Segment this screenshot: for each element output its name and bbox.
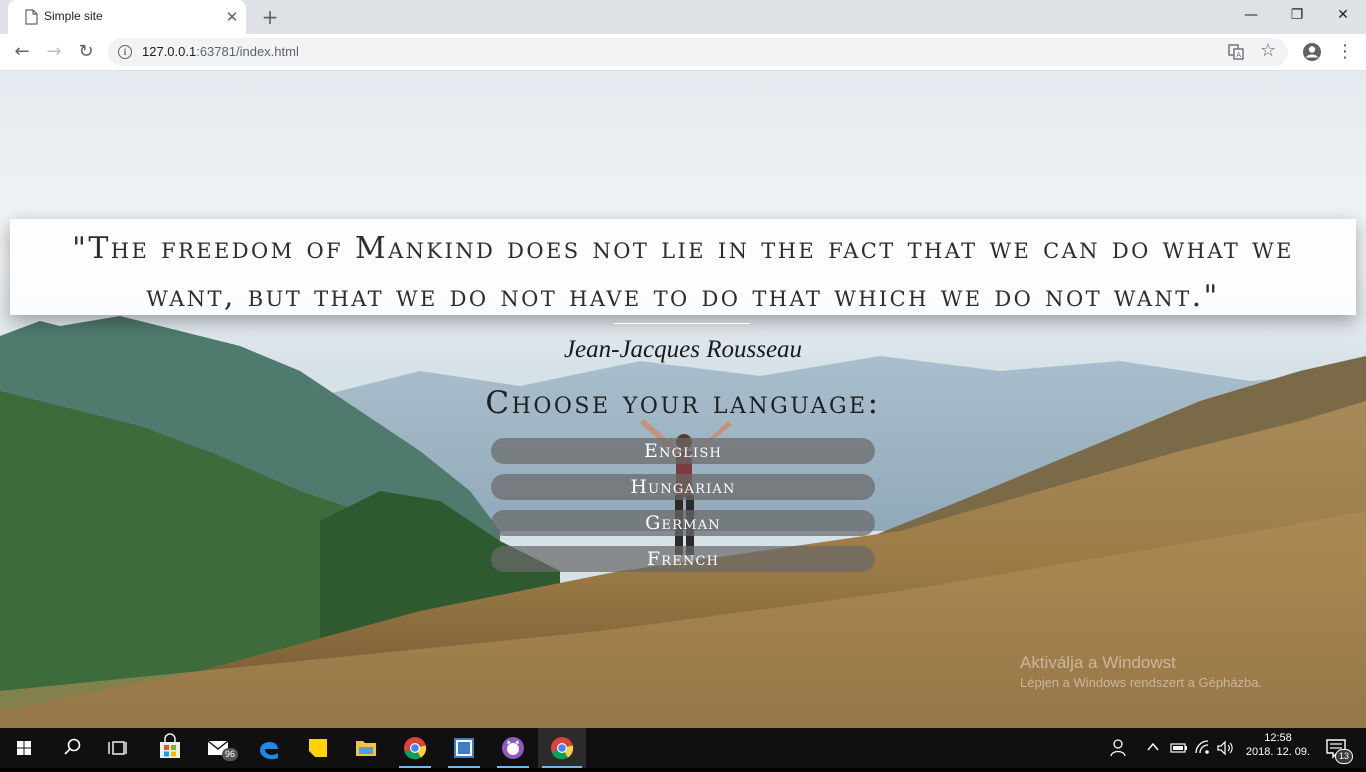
url-host: 127.0.0.1 [142,44,197,59]
quote-box: "The freedom of Mankind does not lie in … [10,219,1356,315]
quote-divider [614,323,750,324]
chrome-active-taskbar-button[interactable] [538,728,586,768]
svg-text:A: A [1236,51,1241,59]
page-icon [25,9,38,25]
language-button-english[interactable]: English [491,438,875,464]
github-cat-icon [502,737,524,759]
clock-time: 12:58 [1264,732,1292,744]
chrome-icon [404,737,427,760]
windows-taskbar: 96 12:58 2018. 12. 09. 13 [0,728,1366,768]
start-button[interactable] [0,728,48,768]
tab-close-icon[interactable]: ✕ [224,9,240,25]
quote-line-2: want, but that we do not have to do that… [146,279,1220,314]
sticky-notes-icon [309,739,327,757]
menu-kebab-icon[interactable]: ⋮ [1336,42,1354,62]
new-tab-button[interactable]: + [259,6,281,28]
chrome-icon [551,737,574,760]
choose-language-heading: Choose your language: [485,385,881,421]
watermark-title: Aktiválja a Windowst [1020,653,1176,672]
account-icon[interactable] [1302,42,1322,62]
tab-title: Simple site [44,9,103,23]
info-icon[interactable]: i [118,45,132,59]
maximize-button[interactable]: ❐ [1274,0,1320,30]
search-icon [64,738,81,755]
battery-icon[interactable] [1170,740,1188,756]
language-button-german[interactable]: German [491,510,875,536]
store-bag-icon [160,733,180,758]
task-view-button[interactable] [96,728,144,768]
chrome-taskbar-button[interactable] [391,728,439,768]
watermark-subtitle: Lépjen a Windows rendszert a Gépházba. [1020,675,1263,690]
app-taskbar-button[interactable] [440,728,488,768]
minimize-button[interactable]: — [1228,0,1274,30]
language-button-hungarian[interactable]: Hungarian [491,474,875,500]
store-app-button[interactable] [146,728,194,768]
bracket-app-icon [454,738,474,758]
edge-icon [260,741,278,760]
address-bar[interactable]: i 127.0.0.1:63781/index.html A ☆ [108,38,1288,66]
file-explorer-button[interactable] [342,728,390,768]
browser-tab-strip: Simple site ✕ + — ❐ ✕ [0,0,1366,34]
clock-date: 2018. 12. 09. [1245,746,1311,758]
mail-app-button[interactable]: 96 [194,728,242,768]
github-desktop-button[interactable] [489,728,537,768]
search-button[interactable] [48,728,96,768]
clock[interactable]: 12:58 2018. 12. 09. [1240,732,1316,758]
chevron-up-icon[interactable] [1146,740,1160,754]
browser-tab[interactable]: Simple site ✕ [8,0,246,34]
browser-toolbar: ← → ↻ i 127.0.0.1:63781/index.html A ☆ ⋮ [0,34,1366,71]
language-button-french[interactable]: French [491,546,875,572]
back-icon[interactable]: ← [10,40,34,64]
folder-icon [356,741,376,756]
volume-icon[interactable] [1216,739,1234,757]
quote-line-1: "The freedom of Mankind does not lie in … [72,231,1294,266]
quote-author: Jean-Jacques Rousseau [563,336,803,363]
task-view-icon [108,741,127,755]
windows-activation-watermark: Aktiválja a Windowst Lépjen a Windows re… [1020,653,1262,690]
windows-logo-icon [17,741,31,755]
forward-icon[interactable]: → [42,40,66,64]
edge-browser-button[interactable] [245,728,293,768]
people-icon[interactable] [1108,738,1130,758]
mail-badge: 96 [222,748,239,761]
sticky-notes-button[interactable] [294,728,342,768]
reload-icon[interactable]: ↻ [74,40,98,64]
action-center-button[interactable]: 13 [1318,728,1366,768]
close-window-button[interactable]: ✕ [1320,0,1366,30]
quote-text: "The freedom of Mankind does not lie in … [30,225,1336,321]
url-text[interactable]: 127.0.0.1:63781/index.html [142,44,299,59]
notification-count-badge: 13 [1335,749,1354,764]
url-path: :63781/index.html [196,44,299,59]
translate-icon[interactable]: A [1228,44,1244,60]
bookmark-star-icon[interactable]: ☆ [1260,41,1276,61]
page-content: "The freedom of Mankind does not lie in … [0,71,1366,728]
wifi-icon[interactable] [1194,739,1212,757]
